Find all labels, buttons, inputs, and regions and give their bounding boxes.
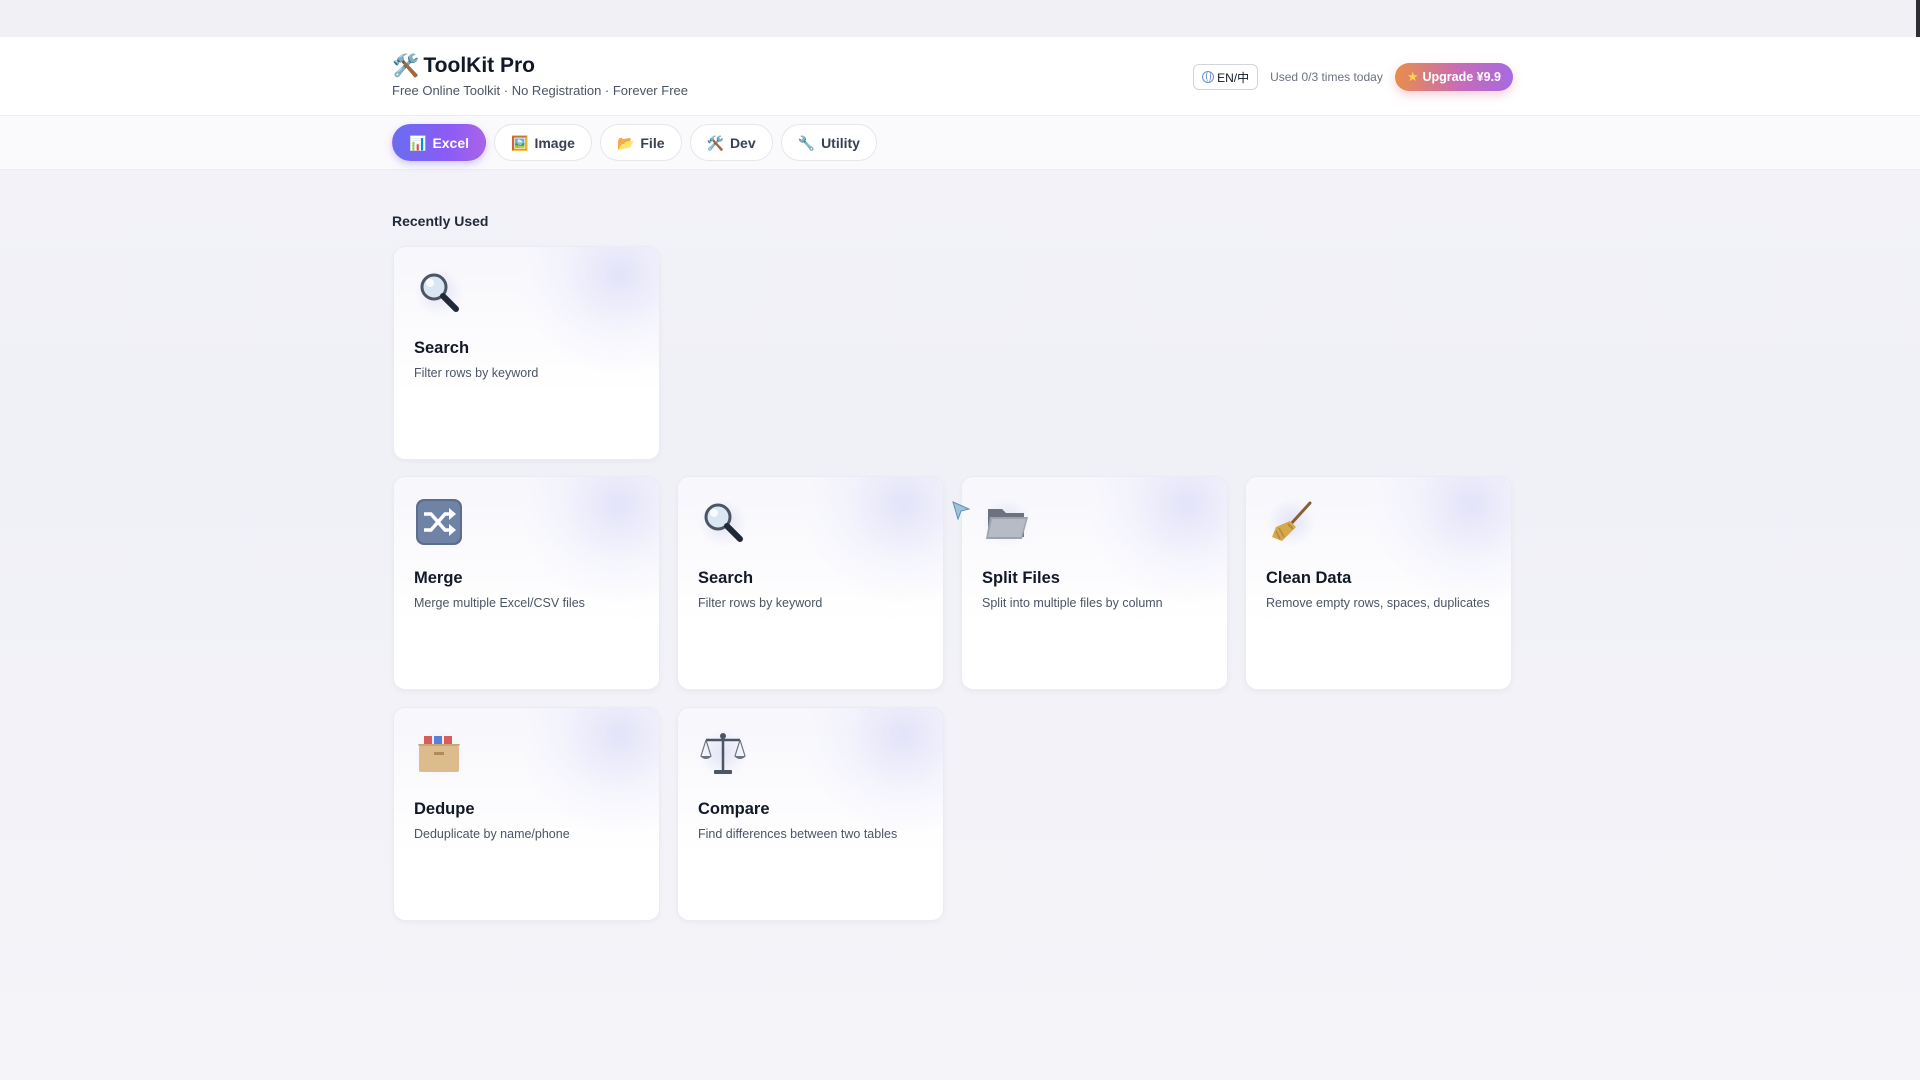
hammer-and-wrench-icon: 🛠️	[392, 53, 420, 78]
category-tabs: 📊 Excel 🖼️ Image 📂 File 🛠️ Dev 🔧 Utility	[392, 124, 877, 161]
language-toggle-button[interactable]: EN/中	[1193, 64, 1259, 90]
category-tabs-bar: 📊 Excel 🖼️ Image 📂 File 🛠️ Dev 🔧 Utility	[0, 116, 1920, 170]
folder-icon: 📂	[616, 134, 635, 151]
tab-label: Dev	[729, 134, 756, 151]
tab-dev[interactable]: 🛠️ Dev	[689, 124, 773, 161]
tool-description: Filter rows by keyword	[698, 596, 823, 610]
upgrade-button[interactable]: ★ Upgrade ¥9.9	[1394, 63, 1513, 91]
app-title: ToolKit Pro	[423, 54, 535, 77]
language-label: EN/中	[1217, 70, 1250, 85]
magnifier-icon	[414, 267, 464, 317]
tool-description: Find differences between two tables	[698, 827, 898, 841]
tool-card-split-files[interactable]: Split Files Split into multiple files by…	[961, 476, 1228, 690]
tab-utility[interactable]: 🔧 Utility	[780, 124, 877, 161]
card-file-box-icon	[414, 728, 464, 778]
tab-file[interactable]: 📂 File	[599, 124, 682, 161]
tab-image[interactable]: 🖼️ Image	[494, 124, 592, 161]
scrollbar-thumb[interactable]	[1916, 0, 1920, 40]
shuffle-icon	[414, 497, 464, 547]
tool-card-clean-data[interactable]: Clean Data Remove empty rows, spaces, du…	[1245, 476, 1512, 690]
globe-icon	[1202, 71, 1215, 83]
tool-title: Compare	[698, 800, 770, 818]
tool-description: Remove empty rows, spaces, duplicates	[1266, 596, 1490, 610]
star-icon: ★	[1406, 69, 1419, 84]
bar-chart-icon: 📊	[409, 134, 427, 151]
tool-card-search[interactable]: Search Filter rows by keyword	[677, 476, 944, 690]
tool-title: Search	[698, 569, 754, 587]
tab-label: Image	[534, 134, 575, 151]
app-header: 🛠️ ToolKit Pro Free Online Toolkit · No …	[0, 37, 1920, 116]
hammer-and-wrench-icon: 🛠️	[706, 134, 724, 151]
tab-label: Excel	[432, 134, 470, 151]
tool-title: Search	[414, 339, 470, 357]
tool-title: Merge	[414, 569, 463, 587]
tool-description: Deduplicate by name/phone	[414, 827, 570, 841]
tool-card-compare[interactable]: Compare Find differences between two tab…	[677, 707, 944, 921]
tab-label: File	[640, 134, 665, 151]
mouse-cursor-icon	[952, 501, 971, 521]
balance-scale-icon	[698, 728, 748, 778]
tab-excel[interactable]: 📊 Excel	[392, 124, 487, 161]
framed-picture-icon: 🖼️	[511, 134, 529, 151]
magnifier-icon	[698, 497, 748, 547]
recent-tool-card-search[interactable]: Search Filter rows by keyword	[393, 246, 660, 460]
tool-description: Split into multiple files by column	[982, 596, 1163, 610]
header-actions: EN/中 Used 0/3 times today ★ Upgrade ¥9.9	[1193, 63, 1513, 91]
browser-top-strip	[0, 0, 1920, 37]
tool-description: Merge multiple Excel/CSV files	[414, 596, 585, 610]
tool-card-merge[interactable]: Merge Merge multiple Excel/CSV files	[393, 476, 660, 690]
wrench-icon: 🔧	[797, 134, 816, 151]
upgrade-label: Upgrade ¥9.9	[1422, 70, 1501, 84]
open-folder-icon	[982, 497, 1032, 547]
usage-counter: Used 0/3 times today	[1270, 70, 1383, 84]
broom-icon	[1266, 497, 1316, 547]
brand[interactable]: 🛠️ ToolKit Pro Free Online Toolkit · No …	[392, 53, 688, 99]
tool-title: Clean Data	[1266, 569, 1352, 587]
tab-label: Utility	[821, 134, 860, 151]
tool-description: Filter rows by keyword	[414, 366, 539, 380]
tool-title: Split Files	[982, 569, 1060, 587]
tool-title: Dedupe	[414, 800, 475, 818]
recently-used-heading: Recently Used	[392, 213, 489, 229]
app-tagline: Free Online Toolkit · No Registration · …	[392, 83, 688, 98]
tool-card-dedupe[interactable]: Dedupe Deduplicate by name/phone	[393, 707, 660, 921]
